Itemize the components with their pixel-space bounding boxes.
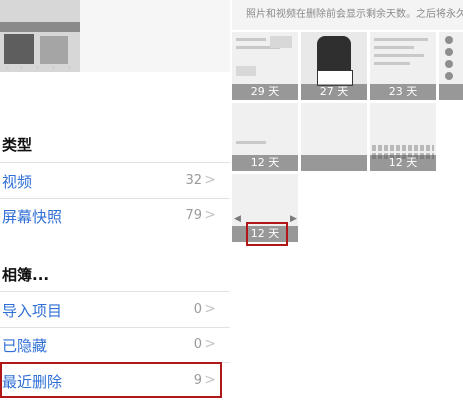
days-remaining-badge: 23 天 [370, 84, 436, 100]
prev-arrow-icon: ◀ [234, 214, 241, 224]
photo-thumbnail[interactable] [301, 103, 367, 171]
days-remaining-badge [301, 155, 367, 171]
list-item-label: 屏幕快照 [2, 208, 63, 226]
list-item-count: 0 [193, 337, 202, 352]
section-title-albums: 相簿... [2, 266, 50, 284]
days-remaining-badge: 27 天 [301, 84, 367, 100]
list-item-videos[interactable]: 视频 32 > [0, 163, 230, 199]
albums-list-panel: 类型 视频 32 > 屏幕快照 79 > 相簿... 导入项目 0 > 已隐藏 … [0, 0, 230, 400]
album-thumbnail[interactable] [0, 0, 80, 72]
list-item-screenshots[interactable]: 屏幕快照 79 > [0, 198, 230, 234]
screenshot-root: 类型 视频 32 > 屏幕快照 79 > 相簿... 导入项目 0 > 已隐藏 … [0, 0, 463, 400]
chevron-right-icon: > [204, 207, 216, 223]
list-item-label: 视频 [2, 173, 33, 191]
recently-deleted-panel: 照片和视频在删除前会显示剩余天数。之后将永久删 29 天 27 天 23 天 1… [232, 0, 463, 400]
photo-thumbnail[interactable]: 12 天 [232, 103, 298, 171]
photo-thumbnail[interactable]: 23 天 [370, 32, 436, 100]
chevron-right-icon: > [204, 172, 216, 188]
photo-thumbnail[interactable] [439, 32, 463, 100]
album-header-strip [80, 0, 230, 72]
days-remaining-badge [439, 84, 463, 100]
days-remaining-badge: 12 天 [232, 155, 298, 171]
list-item-count: 0 [193, 302, 202, 317]
photo-thumbnail[interactable]: 27 天 [301, 32, 367, 100]
list-item-label: 导入项目 [2, 302, 63, 320]
list-item-hidden[interactable]: 已隐藏 0 > [0, 327, 230, 363]
section-title-types: 类型 [2, 136, 33, 154]
chevron-right-icon: > [204, 336, 216, 352]
list-item-count: 32 [185, 173, 202, 188]
chevron-right-icon: > [204, 301, 216, 317]
list-item-imported[interactable]: 导入项目 0 > [0, 292, 230, 328]
days-remaining-badge: 29 天 [232, 84, 298, 100]
days-remaining-badge: 12 天 [370, 155, 436, 171]
highlight-annotation [0, 362, 222, 398]
photo-thumbnail[interactable]: 29 天 [232, 32, 298, 100]
next-arrow-icon: ▶ [290, 214, 297, 224]
page-indicator [0, 66, 90, 70]
list-item-count: 79 [185, 208, 202, 223]
photo-thumbnail[interactable]: 12 天 [370, 103, 436, 171]
highlight-annotation [246, 222, 288, 246]
list-item-label: 已隐藏 [2, 337, 48, 355]
deletion-notice: 照片和视频在删除前会显示剩余天数。之后将永久删 [232, 0, 463, 30]
